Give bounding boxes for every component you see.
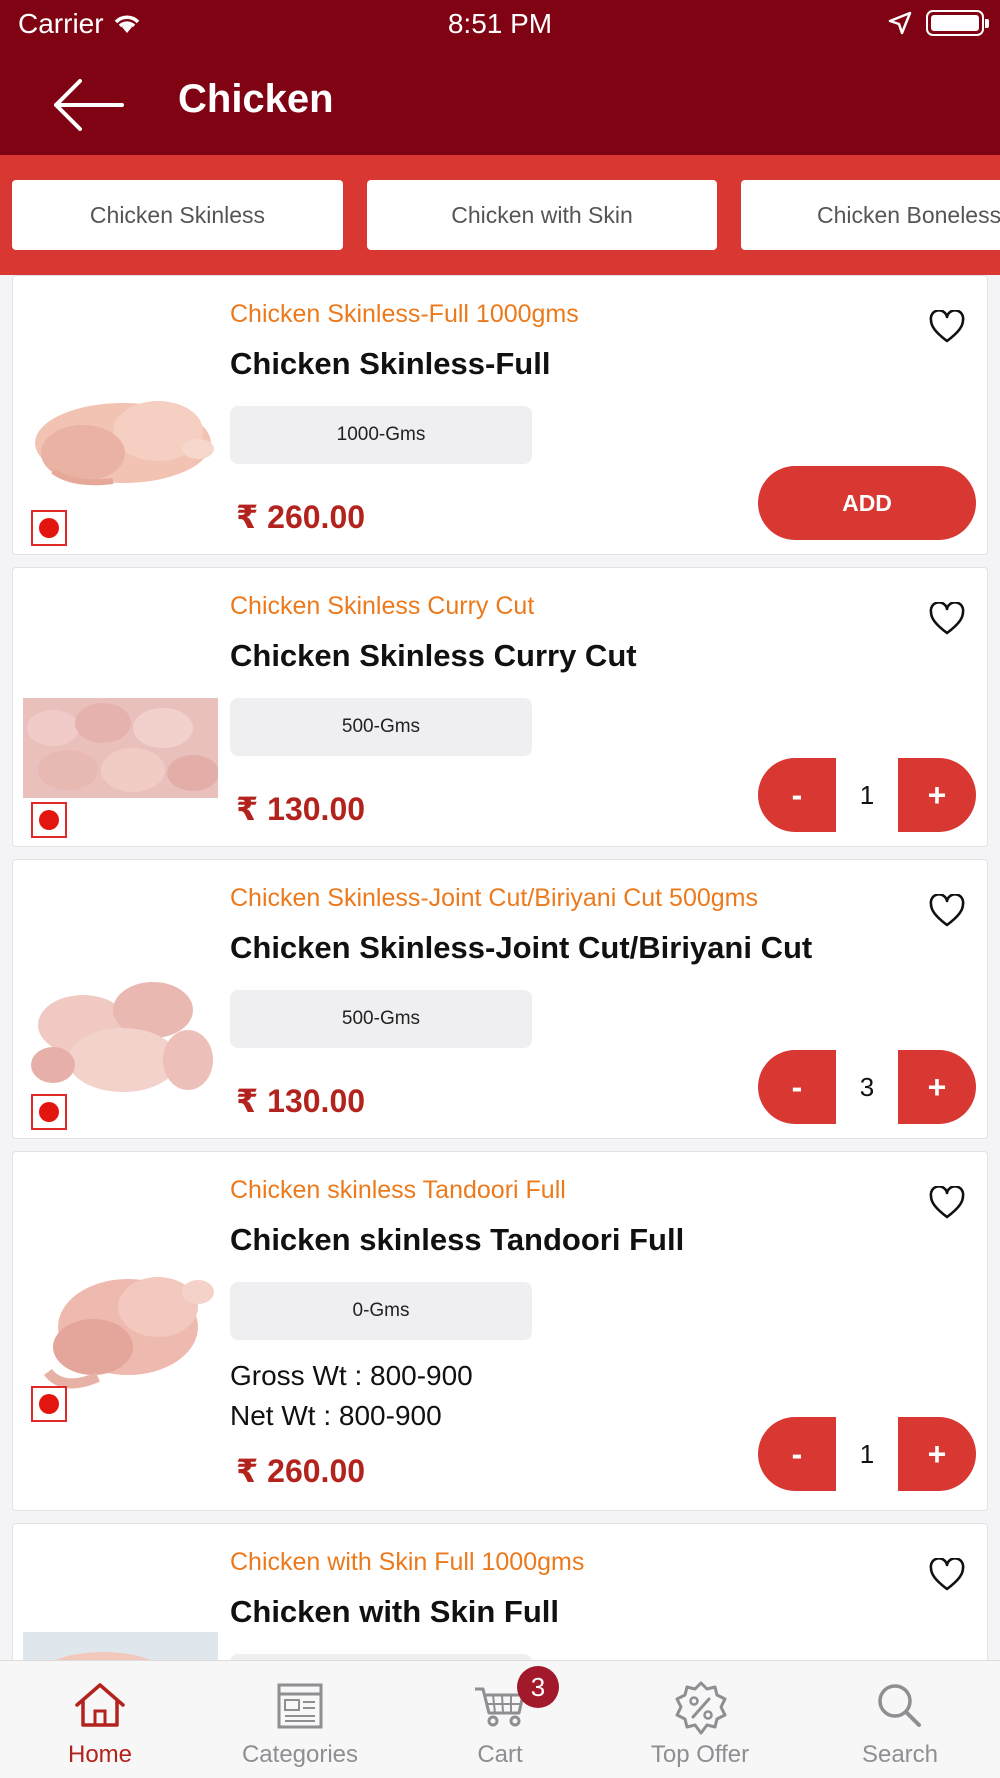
tab-chicken-skinless[interactable]: Chicken Skinless [12, 180, 343, 250]
product-subtitle: Chicken with Skin Full 1000gms [230, 1548, 585, 1576]
favorite-heart-icon[interactable] [929, 602, 965, 636]
tab-cart[interactable]: 3 Cart [400, 1661, 600, 1778]
categories-icon [277, 1683, 323, 1729]
product-image [23, 965, 218, 1100]
product-card[interactable]: Chicken Skinless Curry Cut Chicken Skinl… [12, 567, 988, 847]
increase-quantity-button[interactable]: + [898, 1050, 976, 1124]
tab-chicken-with-skin[interactable]: Chicken with Skin [367, 180, 717, 250]
category-tabs: Chicken Skinless Chicken with Skin Chick… [0, 155, 1000, 275]
tab-home[interactable]: Home [0, 1661, 200, 1778]
tab-chicken-boneless[interactable]: Chicken Boneless [741, 180, 1000, 250]
weight-selector[interactable]: 1000-Gms [230, 406, 532, 464]
tab-top-offer[interactable]: Top Offer [600, 1661, 800, 1778]
location-arrow-icon [888, 11, 912, 35]
tab-cart-label: Cart [477, 1741, 523, 1768]
product-card[interactable]: Chicken with Skin Full 1000gms Chicken w… [12, 1523, 988, 1660]
product-price: ₹ 130.00 [236, 791, 366, 827]
add-to-cart-button[interactable]: ADD [758, 466, 976, 540]
home-icon [75, 1683, 125, 1727]
net-weight: Net Wt : 800-900 [230, 1400, 442, 1431]
nonveg-marker-icon [31, 802, 67, 838]
back-arrow-icon [54, 79, 124, 131]
quantity-stepper: - 3 + [758, 1050, 976, 1124]
increase-quantity-button[interactable]: + [898, 1417, 976, 1491]
nonveg-marker-icon [31, 1386, 67, 1422]
product-subtitle: Chicken Skinless-Joint Cut/Biriyani Cut … [230, 884, 758, 912]
product-price: ₹ 130.00 [236, 1083, 366, 1119]
quantity-value: 1 [836, 1417, 898, 1491]
tab-search-label: Search [861, 1741, 939, 1768]
nonveg-marker-icon [31, 1094, 67, 1130]
quantity-value: 1 [836, 758, 898, 832]
product-subtitle: Chicken Skinless Curry Cut [230, 592, 535, 620]
favorite-heart-icon[interactable] [929, 1558, 965, 1592]
product-image [23, 391, 218, 496]
gross-weight: Gross Wt : 800-900 [230, 1360, 473, 1391]
weight-selector[interactable]: 0-Gms [230, 1282, 532, 1340]
nonveg-marker-icon [31, 510, 67, 546]
tab-search[interactable]: Search [800, 1661, 1000, 1778]
quantity-stepper: - 1 + [758, 1417, 976, 1491]
status-bar: Carrier 8:51 PM [0, 0, 1000, 50]
product-name: Chicken with Skin Full [230, 1594, 559, 1629]
tab-top-offer-label: Top Offer [650, 1741, 750, 1768]
favorite-heart-icon[interactable] [929, 1186, 965, 1220]
product-list: Chicken Skinless-Full 1000gms Chicken Sk… [0, 275, 1000, 1660]
product-card[interactable]: Chicken Skinless-Joint Cut/Biriyani Cut … [12, 859, 988, 1139]
decrease-quantity-button[interactable]: - [758, 1417, 836, 1491]
offer-icon [675, 1681, 727, 1735]
quantity-value: 3 [836, 1050, 898, 1124]
cart-count-badge: 3 [517, 1666, 559, 1708]
product-name: Chicken skinless Tandoori Full [230, 1222, 685, 1257]
weight-selector[interactable]: 500-Gms [230, 990, 532, 1048]
decrease-quantity-button[interactable]: - [758, 1050, 836, 1124]
product-name: Chicken Skinless-Joint Cut/Biriyani Cut [230, 930, 813, 965]
status-right [888, 10, 989, 36]
status-time: 8:51 PM [447, 8, 553, 39]
product-price: ₹ 260.00 [236, 499, 366, 535]
product-card[interactable]: Chicken Skinless-Full 1000gms Chicken Sk… [12, 275, 988, 555]
nav-bar: Chicken [0, 55, 1000, 155]
favorite-heart-icon[interactable] [929, 310, 965, 344]
product-name: Chicken Skinless-Full [230, 346, 551, 381]
bottom-tab-bar: Home Categories 3 Cart Top Offer Search [0, 1660, 1000, 1778]
decrease-quantity-button[interactable]: - [758, 758, 836, 832]
favorite-heart-icon[interactable] [929, 894, 965, 928]
weight-selector[interactable]: 500-Gms [230, 698, 532, 756]
page-title: Chicken [178, 77, 334, 121]
product-image [23, 1632, 218, 1660]
quantity-stepper: - 1 + [758, 758, 976, 832]
product-card[interactable]: Chicken skinless Tandoori Full Chicken s… [12, 1151, 988, 1511]
back-button[interactable] [50, 70, 130, 140]
tab-home-label: Home [67, 1741, 133, 1768]
increase-quantity-button[interactable]: + [898, 758, 976, 832]
product-name: Chicken Skinless Curry Cut [230, 638, 637, 673]
product-image [23, 1252, 218, 1402]
product-image [23, 698, 218, 798]
tab-categories[interactable]: Categories [200, 1661, 400, 1778]
product-subtitle: Chicken Skinless-Full 1000gms [230, 300, 579, 328]
app-header: Carrier 8:51 PM Chicken [0, 0, 1000, 155]
battery-icon [926, 10, 989, 36]
tab-categories-label: Categories [241, 1741, 359, 1768]
product-price: ₹ 260.00 [236, 1453, 366, 1489]
search-icon [878, 1684, 921, 1727]
product-subtitle: Chicken skinless Tandoori Full [230, 1176, 566, 1204]
